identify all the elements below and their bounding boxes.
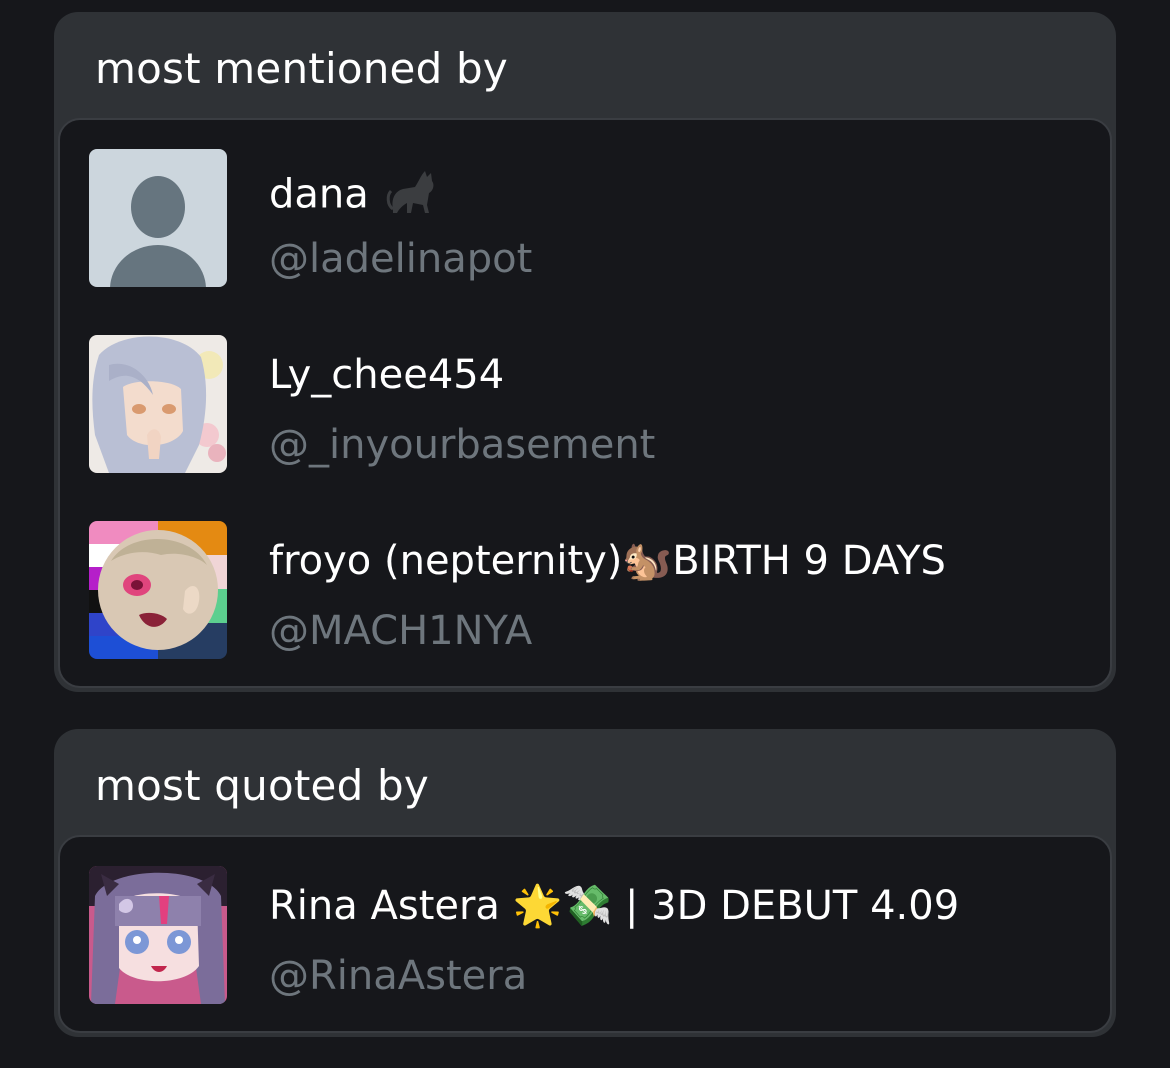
most-quoted-card: most quoted by Rina Astera 🌟💸 | 3D DEBUT… xyxy=(54,729,1116,1037)
anime-avatar-silver-hair[interactable] xyxy=(89,335,227,473)
section-title: most quoted by xyxy=(95,761,429,810)
user-display-name[interactable]: Rina Astera 🌟💸 | 3D DEBUT 4.09 xyxy=(269,882,985,930)
user-handle[interactable]: @_inyourbasement xyxy=(269,421,655,469)
user-handle[interactable]: @MACH1NYA xyxy=(269,607,532,655)
user-handle[interactable]: @ladelinapot xyxy=(269,235,532,283)
page: most mentioned by dana @ladelinapot Ly_c… xyxy=(0,0,1170,1068)
user-display-name[interactable]: Ly_chee454 xyxy=(269,351,985,399)
section-title: most mentioned by xyxy=(95,44,508,93)
user-row-mach1nya[interactable]: froyo (nepternity)🐿️BIRTH 9 DAYS @MACH1N… xyxy=(60,521,1110,661)
anime-avatar-purple-hair[interactable] xyxy=(89,866,227,1004)
default-avatar[interactable] xyxy=(89,149,227,287)
black-cat-icon xyxy=(385,165,441,228)
user-row-rinaastera[interactable]: Rina Astera 🌟💸 | 3D DEBUT 4.09 @RinaAste… xyxy=(60,866,1110,1006)
user-list: dana @ladelinapot Ly_chee454 @_inyourbas… xyxy=(58,118,1112,688)
anime-avatar-pride-flag[interactable] xyxy=(89,521,227,659)
most-mentioned-card: most mentioned by dana @ladelinapot Ly_c… xyxy=(54,12,1116,692)
user-row-ladelinapot[interactable]: dana @ladelinapot xyxy=(60,149,1110,289)
user-row-inyourbasement[interactable]: Ly_chee454 @_inyourbasement xyxy=(60,335,1110,475)
user-handle[interactable]: @RinaAstera xyxy=(269,952,527,1000)
user-display-name[interactable]: dana xyxy=(269,165,985,228)
user-display-name[interactable]: froyo (nepternity)🐿️BIRTH 9 DAYS xyxy=(269,537,985,585)
user-list: Rina Astera 🌟💸 | 3D DEBUT 4.09 @RinaAste… xyxy=(58,835,1112,1033)
